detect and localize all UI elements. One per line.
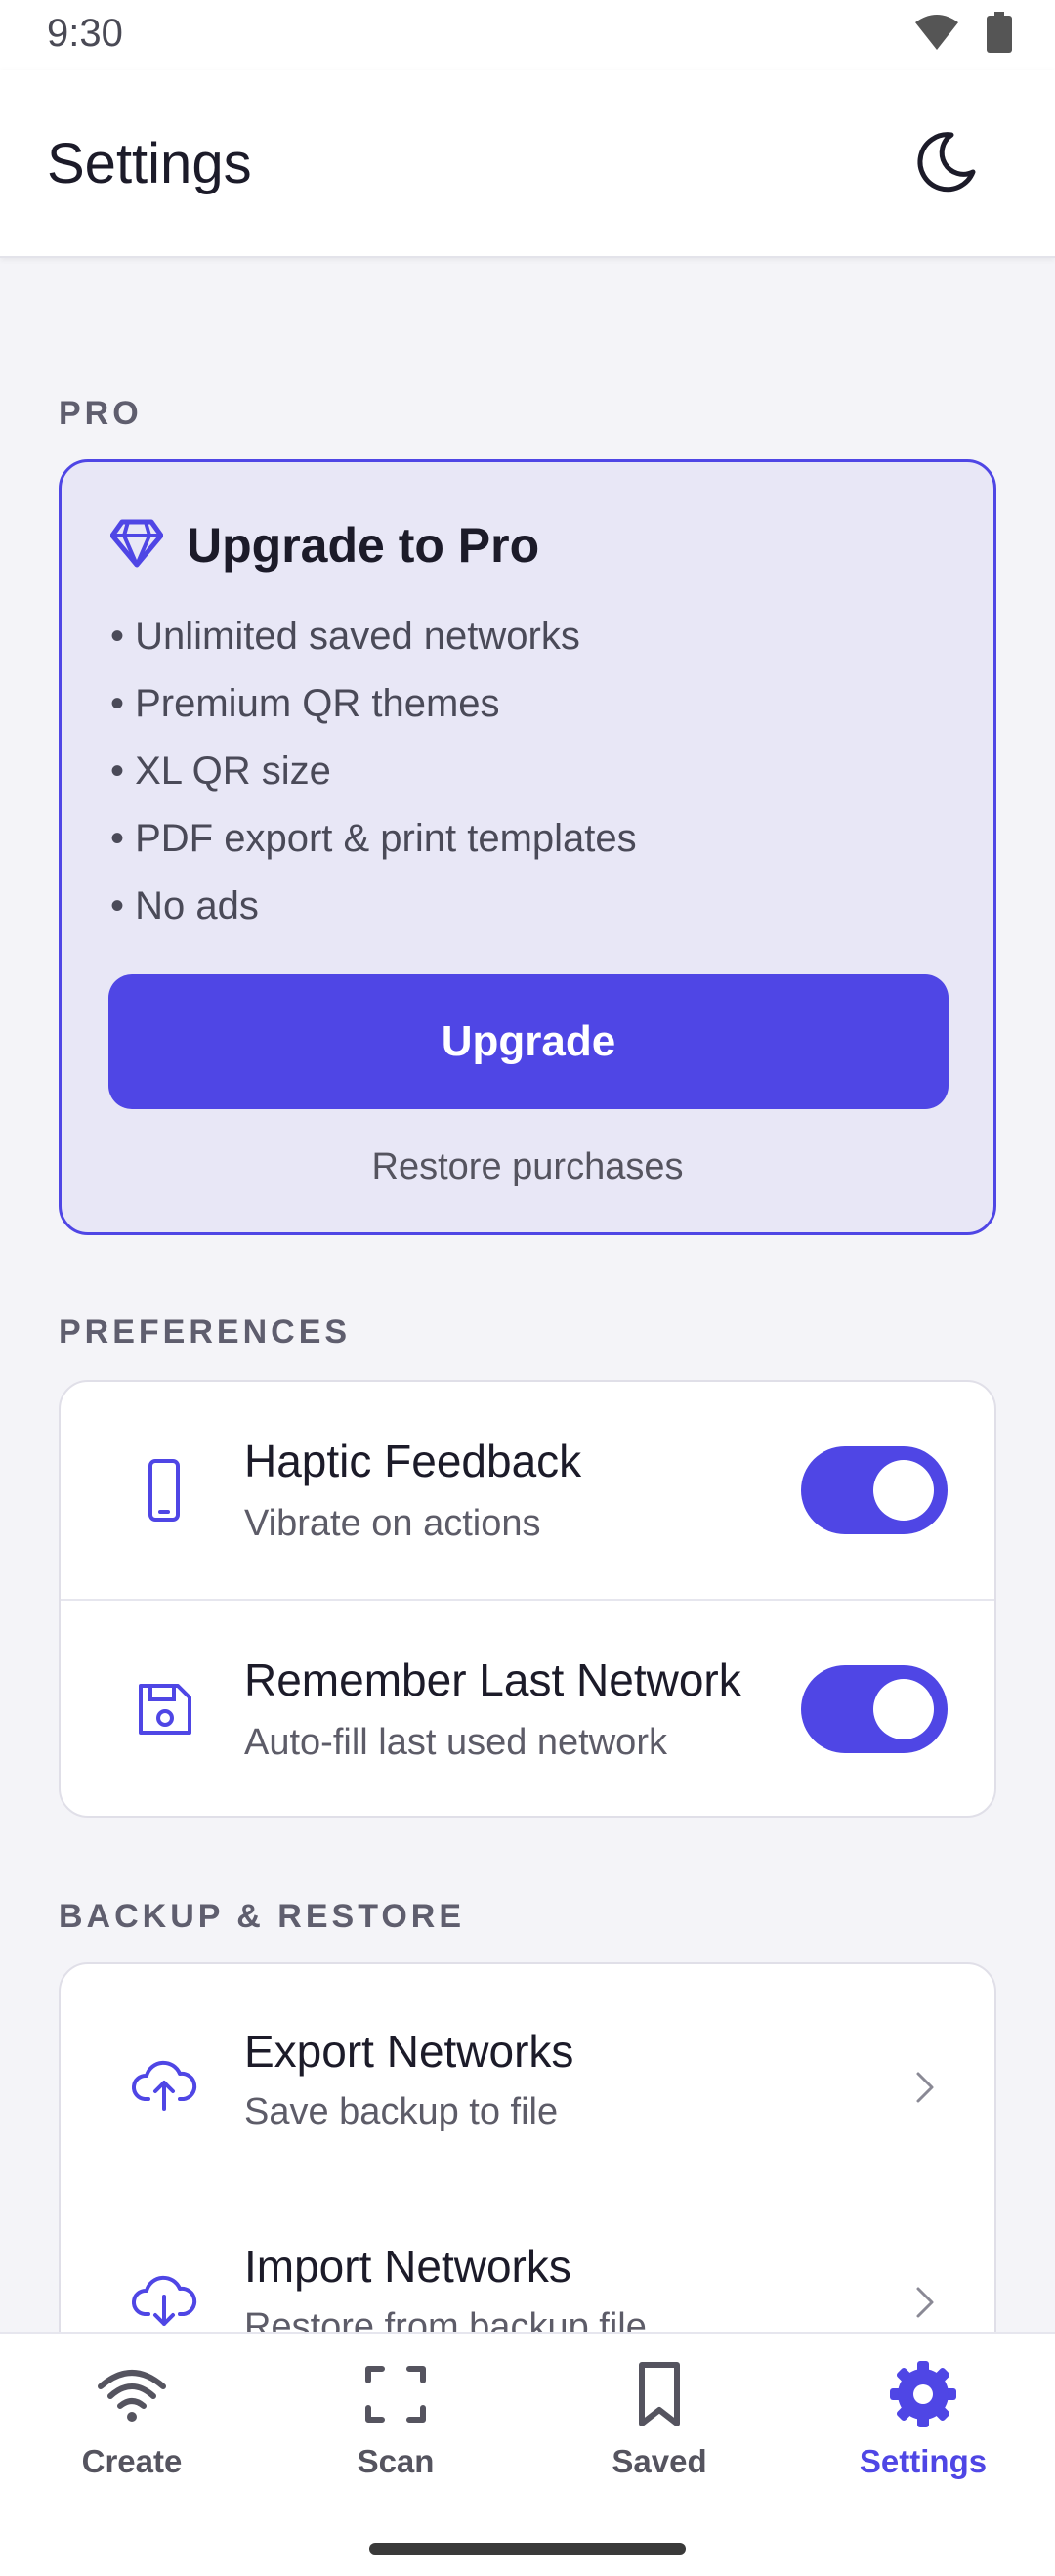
upgrade-button[interactable]: Upgrade (108, 974, 949, 1109)
setting-title: Haptic Feedback (244, 1436, 582, 1486)
app-bar: Settings (0, 70, 1055, 258)
pro-feature: • PDF export & print templates (110, 817, 637, 860)
gear-icon (890, 2361, 956, 2427)
setting-row-import-networks[interactable]: Import Networks Restore from backup file (61, 2179, 994, 2332)
page-title: Settings (47, 132, 252, 195)
section-label-preferences: PREFERENCES (59, 1313, 352, 1351)
phone-icon (148, 1459, 180, 1522)
bookmark-icon (639, 2362, 680, 2426)
chevron-right-icon (916, 2287, 934, 2318)
setting-subtitle: Auto-fill last used network (244, 1722, 667, 1763)
pro-card-title: Upgrade to Pro (187, 518, 540, 573)
section-label-backup: BACKUP & RESTORE (59, 1898, 466, 1935)
backup-card: Export Networks Save backup to file Impo… (59, 1962, 996, 2332)
nav-label: Settings (859, 2443, 988, 2479)
save-icon (139, 1684, 191, 1735)
setting-title: Import Networks (244, 2241, 571, 2292)
battery-icon (987, 12, 1012, 53)
haptic-feedback-toggle[interactable] (801, 1446, 948, 1534)
nav-label: Saved (612, 2443, 707, 2479)
setting-subtitle: Save backup to file (244, 2091, 559, 2132)
pro-feature: • Unlimited saved networks (110, 615, 580, 658)
setting-row-haptic-feedback[interactable]: Haptic Feedback Vibrate on actions (61, 1382, 994, 1599)
section-label-pro: PRO (59, 395, 143, 432)
nav-label: Scan (357, 2443, 435, 2479)
setting-subtitle: Restore from backup file (244, 2306, 647, 2332)
nav-label: Create (81, 2443, 183, 2479)
pro-feature: • Premium QR themes (110, 682, 500, 725)
nav-item-scan[interactable]: Scan (264, 2355, 528, 2502)
moon-icon (917, 132, 976, 193)
setting-title: Export Networks (244, 2026, 574, 2077)
status-time: 9:30 (47, 12, 123, 55)
cloud-download-icon (132, 2275, 197, 2326)
status-icons (914, 12, 1012, 53)
wifi-icon (98, 2370, 166, 2422)
toggle-knob (873, 1460, 934, 1521)
pro-feature: • XL QR size (110, 750, 331, 793)
setting-title: Remember Last Network (244, 1654, 741, 1705)
settings-content[interactable]: PRO Upgrade to Pro • Unlimited saved net… (0, 260, 1055, 2332)
home-indicator[interactable] (369, 2543, 686, 2555)
remember-last-network-toggle[interactable] (801, 1665, 948, 1753)
diamond-icon (110, 519, 163, 568)
setting-row-export-networks[interactable]: Export Networks Save backup to file (61, 1964, 994, 2179)
status-bar: 9:30 (0, 0, 1055, 70)
setting-row-remember-last-network[interactable]: Remember Last Network Auto-fill last use… (61, 1599, 994, 1816)
chevron-right-icon (916, 2072, 934, 2103)
nav-item-settings[interactable]: Settings (791, 2355, 1055, 2502)
cloud-upload-icon (132, 2060, 197, 2111)
preferences-card: Haptic Feedback Vibrate on actions Remem… (59, 1380, 996, 1818)
scan-icon (365, 2366, 426, 2423)
wifi-icon (915, 15, 958, 50)
setting-subtitle: Vibrate on actions (244, 1503, 541, 1544)
pro-features-list: • Unlimited saved networks • Premium QR … (110, 603, 637, 940)
bottom-navigation: Create Scan Saved Settings (0, 2332, 1055, 2576)
nav-item-saved[interactable]: Saved (528, 2355, 791, 2502)
theme-toggle-button[interactable] (910, 127, 981, 197)
pro-feature: • No ads (110, 884, 259, 927)
toggle-knob (873, 1679, 934, 1739)
restore-purchases-link[interactable]: Restore purchases (62, 1146, 993, 1188)
pro-card: Upgrade to Pro • Unlimited saved network… (59, 459, 996, 1235)
nav-item-create[interactable]: Create (0, 2355, 264, 2502)
